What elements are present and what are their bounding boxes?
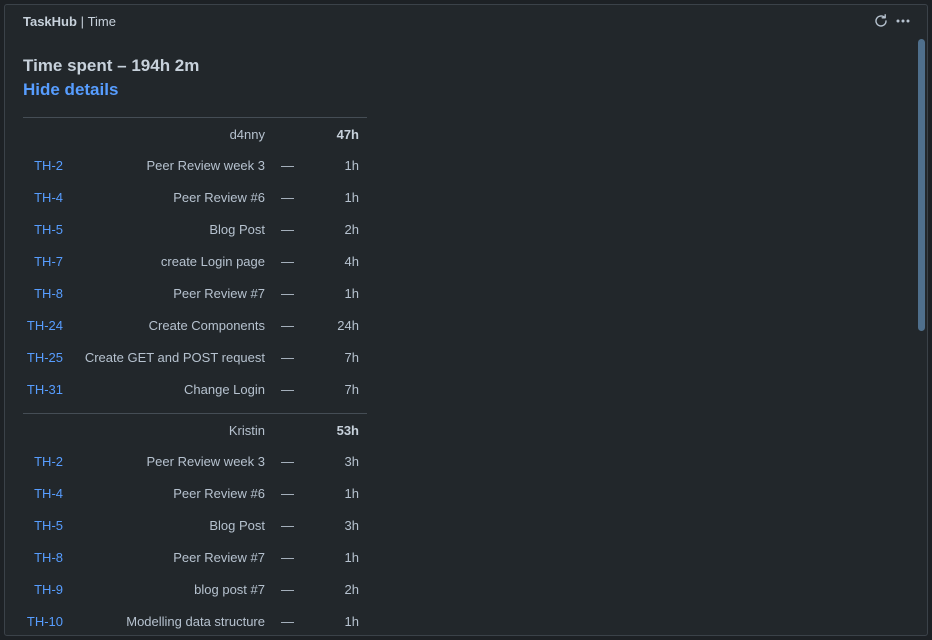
time-value: 1h <box>344 158 359 173</box>
row-dash: — <box>281 454 294 469</box>
view-name: Time <box>87 14 116 29</box>
issue-key-link[interactable]: TH-31 <box>27 382 63 397</box>
row-dash: — <box>281 318 294 333</box>
user-name: Kristin <box>228 423 265 438</box>
time-value: 1h <box>344 486 359 501</box>
issue-key-link[interactable]: TH-2 <box>34 158 63 173</box>
issue-key-link[interactable]: TH-24 <box>27 318 63 333</box>
row-dash: — <box>281 614 294 629</box>
time-gadget-panel: TaskHub | Time Time spent – 194h 2m Hide… <box>4 4 928 636</box>
issue-summary: Peer Review #6 <box>173 190 265 205</box>
gadget-header: TaskHub | Time <box>5 5 927 37</box>
issue-key-link[interactable]: TH-8 <box>34 286 63 301</box>
time-row: TH-2 Peer Review week 3 — 3h <box>23 445 367 477</box>
time-value: 7h <box>344 350 359 365</box>
row-dash: — <box>281 254 294 269</box>
row-dash: — <box>281 582 294 597</box>
row-dash: — <box>281 190 294 205</box>
issue-summary: create Login page <box>160 254 265 269</box>
issue-summary: Peer Review #6 <box>173 486 265 501</box>
vertical-scrollbar[interactable] <box>917 37 927 635</box>
issue-summary: Peer Review #7 <box>173 550 265 565</box>
row-dash: — <box>281 222 294 237</box>
time-value: 3h <box>344 518 359 533</box>
issue-key-link[interactable]: TH-7 <box>34 254 63 269</box>
time-row: TH-10 Modelling data structure — 1h <box>23 605 367 635</box>
issue-summary: Peer Review week 3 <box>146 158 266 173</box>
time-row: TH-7 create Login page — 4h <box>23 245 367 277</box>
time-row: TH-4 Peer Review #6 — 1h <box>23 477 367 509</box>
issue-key-link[interactable]: TH-25 <box>27 350 63 365</box>
issue-key-link[interactable]: TH-4 <box>34 486 63 501</box>
time-row: TH-31 Change Login — 7h <box>23 373 367 405</box>
time-row: TH-8 Peer Review #7 — 1h <box>23 277 367 309</box>
row-dash: — <box>281 350 294 365</box>
time-value: 2h <box>344 222 359 237</box>
time-row: TH-25 Create GET and POST request — 7h <box>23 341 367 373</box>
user-total: 53h <box>336 423 359 438</box>
time-row: TH-9 blog post #7 — 2h <box>23 573 367 605</box>
app-name: TaskHub <box>23 14 77 29</box>
user-name: d4nny <box>229 127 265 142</box>
time-spent-title: Time spent – 194h 2m <box>23 56 200 75</box>
row-dash: — <box>281 518 294 533</box>
issue-summary: Peer Review week 3 <box>146 454 266 469</box>
user-total: 47h <box>336 127 359 142</box>
time-value: 1h <box>344 286 359 301</box>
more-horizontal-icon[interactable] <box>894 12 912 30</box>
issue-key-link[interactable]: TH-5 <box>34 222 63 237</box>
scrollbar-thumb[interactable] <box>918 39 925 331</box>
issue-summary: Create Components <box>148 318 265 333</box>
time-row: TH-5 Blog Post — 2h <box>23 213 367 245</box>
issue-key-link[interactable]: TH-5 <box>34 518 63 533</box>
time-value: 1h <box>344 550 359 565</box>
time-value: 2h <box>344 582 359 597</box>
group-header: Kristin 53h <box>23 414 367 445</box>
time-value: 1h <box>344 614 359 629</box>
time-row: TH-24 Create Components — 24h <box>23 309 367 341</box>
user-group-kristin: Kristin 53h TH-2 Peer Review week 3 — 3h… <box>23 413 367 635</box>
time-row: TH-5 Blog Post — 3h <box>23 509 367 541</box>
issue-key-link[interactable]: TH-2 <box>34 454 63 469</box>
time-value: 7h <box>344 382 359 397</box>
gadget-title: TaskHub | Time <box>23 14 116 29</box>
issue-summary: Change Login <box>184 382 265 397</box>
time-row: TH-8 Peer Review #7 — 1h <box>23 541 367 573</box>
issue-key-link[interactable]: TH-8 <box>34 550 63 565</box>
time-value: 24h <box>337 318 359 333</box>
issue-summary: Create GET and POST request <box>84 350 265 365</box>
time-value: 3h <box>344 454 359 469</box>
refresh-icon[interactable] <box>872 12 890 30</box>
issue-key-link[interactable]: TH-4 <box>34 190 63 205</box>
hide-details-link[interactable]: Hide details <box>23 79 383 101</box>
time-row: TH-2 Peer Review week 3 — 1h <box>23 149 367 181</box>
issue-summary: Blog Post <box>209 222 265 237</box>
time-row: TH-4 Peer Review #6 — 1h <box>23 181 367 213</box>
time-content: Time spent – 194h 2m Hide details d4nny … <box>23 55 383 635</box>
issue-key-link[interactable]: TH-9 <box>34 582 63 597</box>
time-value: 4h <box>344 254 359 269</box>
row-dash: — <box>281 550 294 565</box>
title-separator: | <box>80 14 84 29</box>
user-group-d4nny: d4nny 47h TH-2 Peer Review week 3 — 1h T… <box>23 117 367 413</box>
issue-key-link[interactable]: TH-10 <box>27 614 63 629</box>
row-dash: — <box>281 382 294 397</box>
row-dash: — <box>281 486 294 501</box>
time-value: 1h <box>344 190 359 205</box>
row-dash: — <box>281 158 294 173</box>
group-header: d4nny 47h <box>23 118 367 149</box>
issue-summary: Modelling data structure <box>126 614 265 629</box>
issue-summary: Blog Post <box>209 518 265 533</box>
issue-summary: Peer Review #7 <box>173 286 265 301</box>
row-dash: — <box>281 286 294 301</box>
issue-summary: blog post #7 <box>194 582 265 597</box>
